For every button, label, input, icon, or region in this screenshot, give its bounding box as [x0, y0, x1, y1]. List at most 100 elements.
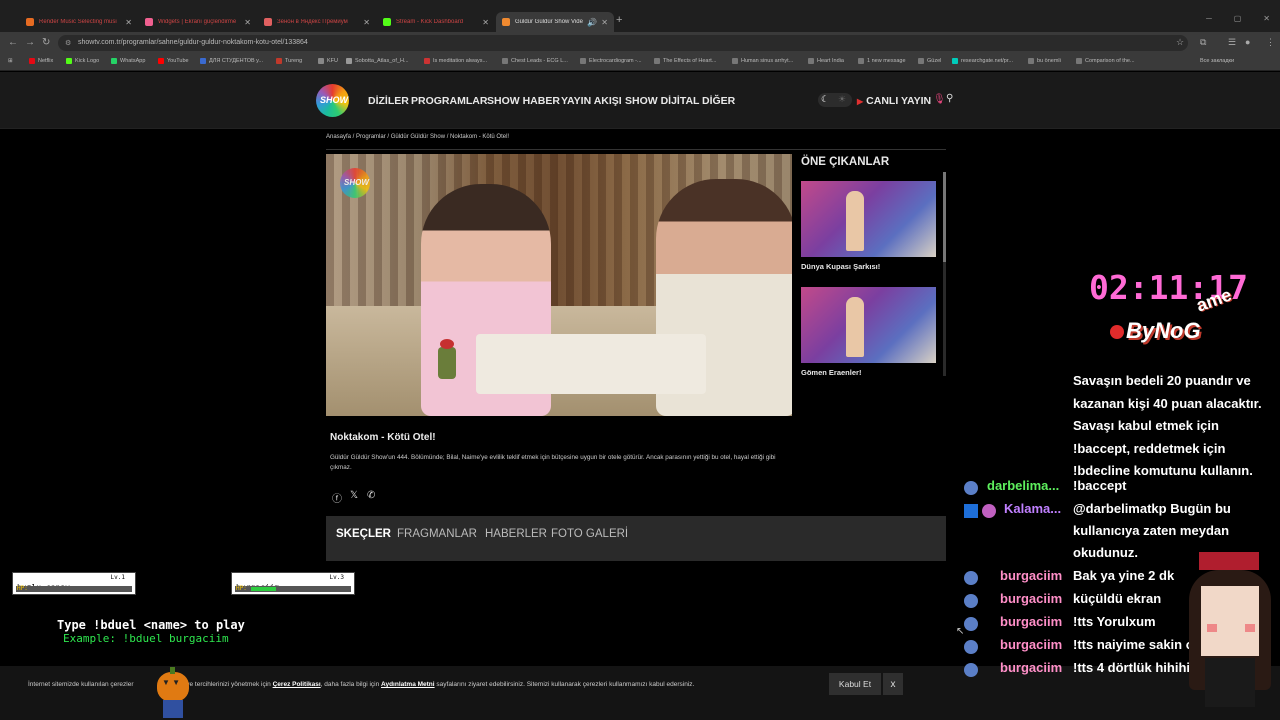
- bookmark-item[interactable]: KFU: [318, 58, 338, 64]
- bookmark-item[interactable]: Chest Leads - ECG L...: [502, 58, 568, 64]
- profile-icon[interactable]: ●: [1245, 37, 1250, 47]
- highlight-title[interactable]: Gömen Eraenler!: [801, 368, 861, 377]
- chat-text: @darbelimatkp Bugün bu: [1073, 501, 1231, 516]
- bookmark-label: YouTube: [167, 58, 189, 64]
- bookmark-favicon-icon: [1076, 58, 1082, 64]
- live-label: CANLI YAYIN: [866, 95, 932, 107]
- close-tab-icon[interactable]: ✕: [125, 18, 132, 27]
- bookmark-item[interactable]: Comparison of the...: [1076, 58, 1135, 64]
- tab-groups-icon[interactable]: ☰: [1228, 37, 1236, 48]
- new-tab-button[interactable]: +: [616, 14, 622, 26]
- chat-username: burgaciim: [1000, 568, 1063, 583]
- bookmark-item[interactable]: The Effects of Heart...: [654, 58, 716, 64]
- game-example: Example: !bduel burgaciim: [63, 632, 229, 645]
- nav-item-diger[interactable]: DİĞER: [702, 95, 735, 107]
- apps-icon[interactable]: ⊞: [8, 58, 13, 64]
- bookmark-item[interactable]: 1 new message: [858, 58, 906, 64]
- nav-item-show-dijital[interactable]: SHOW DİJİTAL: [625, 95, 699, 107]
- extensions-icon[interactable]: ⧉: [1200, 37, 1206, 48]
- accept-cookies-button[interactable]: Kabul Et: [829, 673, 881, 695]
- all-bookmarks[interactable]: Все закладки: [1200, 58, 1234, 64]
- bookmark-favicon-icon: [732, 58, 738, 64]
- video-player[interactable]: [326, 154, 792, 416]
- bookmark-label: KFU: [327, 58, 338, 64]
- menu-icon[interactable]: ⋮: [1266, 37, 1275, 48]
- show-tv-logo[interactable]: SHOW: [316, 84, 349, 117]
- bookmark-item[interactable]: Heart India: [808, 58, 844, 64]
- tab-title: Stream - Kick Dashboard: [396, 19, 464, 25]
- mute-tab-icon[interactable]: 🔊: [587, 18, 597, 27]
- bookmark-label: Netflix: [38, 58, 54, 64]
- nav-item-programlar[interactable]: PROGRAMLAR: [411, 95, 487, 107]
- bookmark-item[interactable]: Human sinus arrhyt...: [732, 58, 793, 64]
- cookie-policy-link[interactable]: Çerez Politikası: [273, 681, 321, 688]
- site-info-icon[interactable]: ⚙: [65, 39, 71, 47]
- back-icon[interactable]: ←: [8, 37, 18, 48]
- tab-fragmanlar[interactable]: FRAGMANLAR: [397, 528, 477, 540]
- microphone-icon[interactable]: 🎙: [933, 94, 946, 105]
- maximize-icon[interactable]: ▢: [1234, 14, 1242, 23]
- close-tab-icon[interactable]: ✕: [244, 18, 251, 27]
- close-cookie-button[interactable]: x: [883, 673, 903, 695]
- bookmark-label: Tureng: [285, 58, 303, 64]
- nav-item-diziler[interactable]: DİZİLER: [368, 95, 409, 107]
- bookmark-favicon-icon: [808, 58, 814, 64]
- bookmark-item[interactable]: WhatsApp: [111, 58, 145, 64]
- forward-icon[interactable]: →: [25, 37, 35, 48]
- hp-label: HP:: [236, 585, 247, 592]
- bookmark-label: The Effects of Heart...: [663, 58, 717, 64]
- browser-tab-active[interactable]: Güldür Güldür Show Video 🔊 ✕: [496, 12, 614, 32]
- hp-label: HP:: [17, 585, 28, 592]
- x-twitter-icon[interactable]: 𝕏: [350, 490, 358, 501]
- highlights-scroll-thumb[interactable]: [943, 172, 946, 262]
- bookmark-item[interactable]: ДЛЯ СТУДЕНТОВ у...: [200, 58, 263, 64]
- breadcrumb[interactable]: Anasayfa / Programlar / Güldür Güldür Sh…: [326, 134, 509, 140]
- close-tab-icon[interactable]: ✕: [482, 18, 489, 27]
- reload-icon[interactable]: ↻: [42, 37, 50, 48]
- bookmark-item[interactable]: Tureng: [276, 58, 302, 64]
- bookmark-item[interactable]: YouTube: [158, 58, 189, 64]
- browser-tab[interactable]: Зенон в Яндекс Премиум ✕: [258, 12, 376, 32]
- facebook-icon[interactable]: ⓕ: [332, 490, 342, 505]
- url-input[interactable]: ⚙ showtv.com.tr/programlar/sahne/guldur-…: [58, 35, 1188, 51]
- chat-badge-icon: [964, 640, 978, 654]
- highlights-heading: ÖNE ÇIKANLAR: [801, 156, 890, 168]
- minimize-icon[interactable]: ─: [1206, 14, 1212, 23]
- close-tab-icon[interactable]: ✕: [601, 18, 608, 27]
- bookmark-item[interactable]: Sobotta_Atlas_of_H...: [346, 58, 409, 64]
- browser-tab[interactable]: Render Music Selecting musi ✕: [20, 12, 138, 32]
- bookmark-label: Heart India: [817, 58, 844, 64]
- bookmark-item[interactable]: Is meditation always...: [424, 58, 487, 64]
- bookmark-star-icon[interactable]: ☆: [1176, 37, 1184, 48]
- whatsapp-icon[interactable]: ✆: [367, 490, 375, 501]
- bookmark-label: Electrocardiogram -...: [589, 58, 642, 64]
- chat-badge-icon: [964, 617, 978, 631]
- highlight-thumbnail[interactable]: [801, 181, 936, 257]
- browser-tab[interactable]: Widgets | Ekranı güçlendirme ✕: [139, 12, 257, 32]
- chat-text: küçüldü ekran: [1073, 591, 1162, 606]
- browser-tab[interactable]: Stream - Kick Dashboard ✕: [377, 12, 495, 32]
- nav-item-show-haber[interactable]: SHOW HABER: [487, 95, 560, 107]
- theme-toggle[interactable]: ☾ ☀: [818, 93, 852, 107]
- bookmark-item[interactable]: researchgate.net/pr...: [952, 58, 1013, 64]
- live-broadcast-button[interactable]: ▶ CANLI YAYIN: [857, 95, 931, 107]
- privacy-notice-link[interactable]: Aydınlatma Metni: [381, 681, 435, 688]
- bookmark-item[interactable]: Kick Logo: [66, 58, 99, 64]
- close-tab-icon[interactable]: ✕: [363, 18, 370, 27]
- bookmark-item[interactable]: Güzel: [918, 58, 941, 64]
- bookmark-item[interactable]: Netflix: [29, 58, 53, 64]
- close-window-icon[interactable]: ✕: [1263, 14, 1270, 23]
- brand-logo-text: ByNoG: [1126, 318, 1201, 343]
- tab-haberler[interactable]: HABERLER: [485, 528, 547, 540]
- highlight-thumbnail[interactable]: [801, 287, 936, 363]
- search-icon[interactable]: ⚲: [946, 93, 953, 104]
- highlight-title[interactable]: Dünya Kupası Şarkısı!: [801, 262, 880, 271]
- nav-item-yayin-akisi[interactable]: YAYIN AKIŞI: [561, 95, 622, 107]
- bookmark-item[interactable]: bu önemli: [1028, 58, 1061, 64]
- bookmark-item[interactable]: Electrocardiogram -...: [580, 58, 642, 64]
- tab-foto-galeri[interactable]: FOTO GALERİ: [551, 528, 628, 540]
- bookmark-favicon-icon: [111, 58, 117, 64]
- tab-skecler[interactable]: SKEÇLER: [336, 528, 391, 540]
- chat-text: kullanıcıya zaten meydan: [1073, 523, 1230, 538]
- avatar-hat: [1199, 552, 1259, 570]
